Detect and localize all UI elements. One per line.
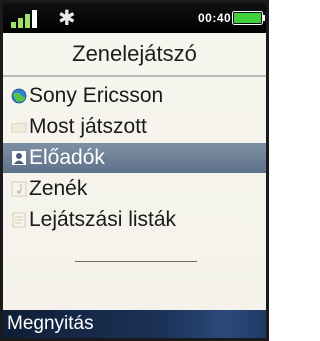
status-bar: ✱ 00:40: [3, 3, 266, 33]
menu-end-divider: [75, 261, 197, 262]
battery-icon: [232, 11, 265, 25]
menu-item-label: Sony Ericsson: [29, 84, 164, 107]
softkey-open-button[interactable]: Megnyitás: [7, 313, 94, 335]
globe-icon: [11, 88, 27, 104]
signal-bars-icon: [11, 10, 37, 28]
softkey-bar: Megnyitás: [3, 310, 266, 338]
music-note-icon: [11, 181, 27, 197]
menu-item-lejatszasi-listak[interactable]: Lejátszási listák: [3, 205, 266, 235]
clock: 00:40: [198, 11, 232, 25]
menu-item-zenek[interactable]: Zenék: [3, 174, 266, 204]
page-title: Zenelejátszó: [72, 41, 197, 66]
artist-icon: [12, 151, 26, 165]
title-divider: [3, 75, 266, 77]
phone-screen: ✱ 00:40 Zenelejátszó Sony Ericsson Most …: [3, 3, 266, 338]
menu-item-label: Előadók: [29, 146, 105, 169]
folder-icon: [11, 122, 27, 133]
menu-list: Sony Ericsson Most játszott Előadók Zené…: [3, 81, 266, 236]
menu-item-most-jatszott[interactable]: Most játszott: [3, 112, 266, 142]
phone-frame: ✱ 00:40 Zenelejátszó Sony Ericsson Most …: [0, 0, 269, 341]
menu-item-label: Zenék: [29, 177, 88, 200]
menu-item-eloadok[interactable]: Előadók: [3, 143, 266, 173]
playlist-icon: [12, 212, 26, 228]
menu-item-label: Lejátszási listák: [29, 208, 177, 231]
menu-item-sony-ericsson[interactable]: Sony Ericsson: [3, 81, 266, 111]
menu-item-label: Most játszott: [29, 115, 147, 138]
bluetooth-icon: ✱: [58, 6, 76, 30]
